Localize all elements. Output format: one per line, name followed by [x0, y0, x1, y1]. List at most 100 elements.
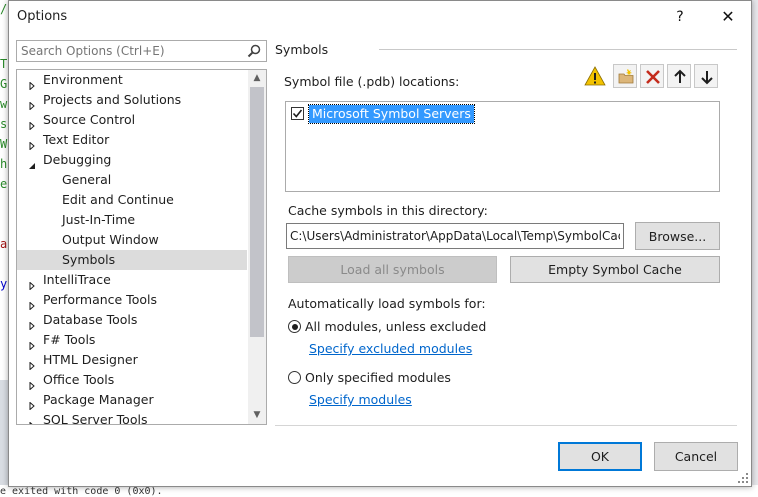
background-glyph: s [0, 117, 8, 131]
collapsed-arrow-icon[interactable] [28, 96, 36, 111]
collapsed-arrow-icon[interactable] [28, 416, 36, 424]
collapsed-arrow-icon[interactable] [28, 76, 36, 91]
auto-load-label: Automatically load symbols for: [288, 296, 486, 311]
cache-path-box [286, 223, 624, 249]
tree-item[interactable]: Output Window [17, 230, 247, 250]
background-glyph: / [0, 2, 8, 16]
options-dialog: Options ? ✕ Environment Projects and Solu… [8, 0, 752, 487]
tree-item[interactable]: IntelliTrace [17, 270, 247, 291]
tree-item[interactable]: Projects and Solutions [17, 90, 247, 111]
scroll-thumb[interactable] [250, 87, 264, 337]
tree-item[interactable]: Environment [17, 70, 247, 91]
collapsed-arrow-icon[interactable] [28, 136, 36, 151]
collapsed-arrow-icon[interactable] [28, 296, 36, 311]
search-input[interactable] [17, 41, 237, 61]
tree-item[interactable]: Performance Tools [17, 290, 247, 311]
tree-item-label: F# Tools [43, 332, 96, 347]
tree-item[interactable]: Database Tools [17, 310, 247, 331]
specify-excluded-modules-link[interactable]: Specify excluded modules [309, 341, 472, 356]
section-divider [379, 49, 737, 50]
tree-item-label: HTML Designer [43, 352, 138, 367]
tree-item[interactable]: Package Manager [17, 390, 247, 411]
cache-path-input[interactable] [287, 224, 623, 248]
panel-divider [275, 425, 737, 426]
tree-scrollbar[interactable]: ▲ ▼ [248, 70, 266, 424]
tree-item-label: Performance Tools [43, 292, 157, 307]
background-right-edge [752, 0, 758, 495]
tree-item-label: Package Manager [43, 392, 154, 407]
scroll-down-icon[interactable]: ▼ [248, 407, 266, 424]
search-box [16, 40, 267, 62]
collapsed-arrow-icon[interactable] [28, 316, 36, 331]
symbol-locations-list[interactable]: Microsoft Symbol Servers [285, 101, 720, 192]
tree-item-label: Debugging [43, 152, 112, 167]
scroll-up-icon[interactable]: ▲ [248, 70, 266, 87]
ok-button[interactable]: OK [558, 442, 642, 471]
dialog-title: Options [17, 9, 68, 24]
move-down-icon[interactable] [694, 64, 718, 88]
tree-item-label: Output Window [62, 232, 159, 247]
all-modules-radio[interactable] [288, 320, 301, 333]
tree-item[interactable]: SQL Server Tools [17, 410, 247, 424]
collapsed-arrow-icon[interactable] [28, 276, 36, 291]
tree-item-label: Just-In-Time [62, 212, 136, 227]
resize-grip-icon[interactable] [737, 472, 749, 484]
location-checkbox[interactable] [291, 107, 304, 120]
tree-item-label: Projects and Solutions [43, 92, 182, 107]
tree-item-label: Symbols [62, 252, 116, 267]
tree-item-label: Database Tools [43, 312, 138, 327]
tree-item[interactable]: F# Tools [17, 330, 247, 351]
specify-modules-link[interactable]: Specify modules [309, 392, 412, 407]
tree-item[interactable]: Source Control [17, 110, 247, 131]
tree-item[interactable]: HTML Designer [17, 350, 247, 371]
warning-icon [583, 64, 607, 88]
search-icon[interactable] [246, 43, 262, 59]
background-glyph: a [0, 237, 8, 251]
tree-item-label: Text Editor [43, 132, 110, 147]
collapsed-arrow-icon[interactable] [28, 396, 36, 411]
tree-item[interactable]: Just-In-Time [17, 210, 247, 230]
background-glyph: T [0, 57, 8, 71]
options-tree[interactable]: Environment Projects and Solutions Source … [16, 69, 267, 425]
new-folder-icon[interactable] [613, 64, 637, 88]
collapsed-arrow-icon[interactable] [28, 376, 36, 391]
collapsed-arrow-icon[interactable] [28, 356, 36, 371]
collapsed-arrow-icon[interactable] [28, 116, 36, 131]
delete-icon[interactable] [640, 64, 664, 88]
background-glyph: w [0, 97, 8, 111]
only-specified-radio[interactable] [288, 371, 301, 384]
close-button[interactable]: ✕ [715, 5, 741, 29]
background-glyph: h [0, 157, 8, 171]
only-specified-label[interactable]: Only specified modules [305, 370, 451, 385]
tree-item-label: Environment [43, 72, 123, 87]
locations-label: Symbol file (.pdb) locations: [284, 74, 460, 89]
tree-item[interactable]: General [17, 170, 247, 190]
tree-item[interactable]: Text Editor [17, 130, 247, 151]
collapsed-arrow-icon[interactable] [28, 336, 36, 351]
tree-item-label: Edit and Continue [62, 192, 174, 207]
background-glyph: W [0, 137, 8, 151]
background-glyph: e [0, 177, 8, 191]
load-all-symbols-button[interactable]: Load all symbols [288, 256, 497, 283]
tree-item-label: Source Control [43, 112, 136, 127]
section-title: Symbols [275, 42, 329, 57]
empty-symbol-cache-button[interactable]: Empty Symbol Cache [510, 256, 720, 283]
tree-list: Environment Projects and Solutions Source … [17, 70, 247, 424]
tree-item-label: Office Tools [43, 372, 115, 387]
move-up-icon[interactable] [667, 64, 691, 88]
browse-button[interactable]: Browse... [635, 222, 720, 250]
all-modules-label[interactable]: All modules, unless excluded [305, 319, 486, 334]
tree-item-label: IntelliTrace [43, 272, 111, 287]
tree-item[interactable]: Office Tools [17, 370, 247, 391]
cache-label: Cache symbols in this directory: [288, 203, 488, 218]
expanded-arrow-icon[interactable] [28, 156, 36, 169]
tree-item[interactable]: Symbols [17, 250, 247, 270]
tree-item[interactable]: Edit and Continue [17, 190, 247, 210]
cancel-button[interactable]: Cancel [654, 442, 738, 471]
title-bar[interactable]: Options ? ✕ [9, 1, 751, 33]
background-glyph: y [0, 277, 8, 291]
background-output-text: e exited with code 0 (0x0). [0, 486, 163, 497]
help-button[interactable]: ? [667, 5, 693, 29]
tree-item[interactable]: Debugging [17, 150, 247, 170]
tree-item-label: General [62, 172, 112, 187]
